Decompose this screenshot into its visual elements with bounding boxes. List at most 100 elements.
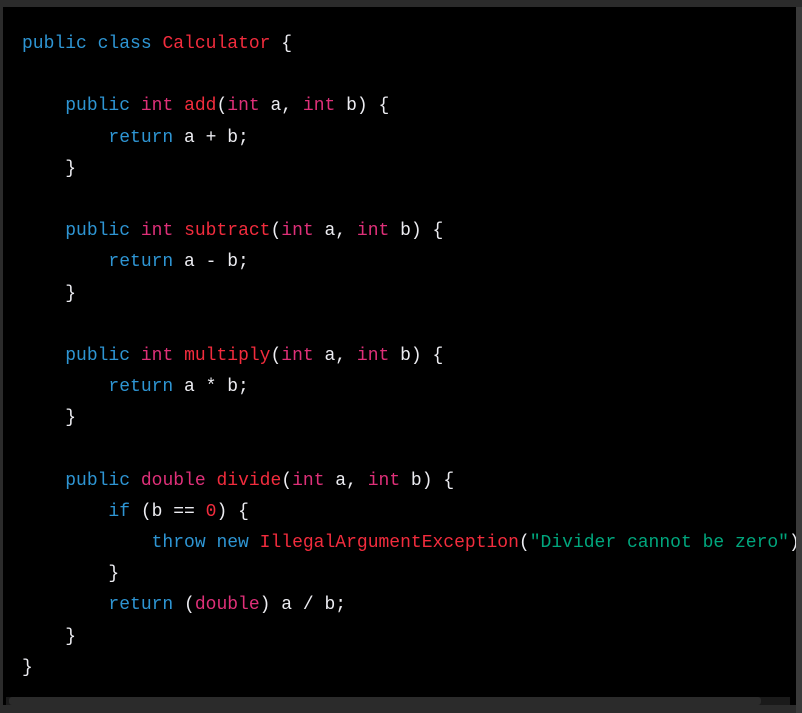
code-token: multiply [184, 345, 271, 366]
code-token: double [140, 470, 206, 491]
code-block: public class Calculator { public int add… [3, 7, 796, 705]
code-token: public [65, 470, 131, 491]
code-token: return [108, 595, 174, 616]
code-line: throw new IllegalArgumentException("Divi… [22, 528, 796, 559]
code-line: } [22, 403, 796, 434]
code-token: ( [281, 470, 293, 491]
code-token: public [65, 96, 131, 117]
code-token: 0 [205, 501, 217, 522]
code-line: return a + b; [22, 123, 796, 154]
code-token: int [227, 96, 260, 117]
code-token: if [108, 501, 131, 522]
code-token: int [302, 96, 336, 117]
code-token: return [108, 252, 174, 273]
code-token: a + b; [173, 127, 249, 148]
code-token: a, [313, 221, 357, 242]
code-line: } [22, 559, 796, 590]
code-token: b) { [389, 345, 444, 366]
code-token: } [22, 657, 33, 678]
code-token: int [140, 96, 174, 117]
code-token: b) { [335, 96, 390, 117]
code-token: Calculator [162, 34, 271, 54]
code-token: add [184, 96, 217, 117]
code-token: return [108, 127, 174, 148]
scrollbar-thumb[interactable] [9, 697, 761, 705]
code-token: new [216, 533, 249, 553]
code-token: IllegalArgumentException [259, 533, 519, 553]
code-token: class [97, 34, 152, 54]
code-token: ); [789, 533, 796, 553]
code-token: } [22, 283, 77, 304]
code-line: public double divide(int a, int b) { [22, 466, 796, 497]
code-line: } [22, 653, 796, 684]
code-token: ( [173, 595, 195, 616]
code-line: public int subtract(int a, int b) { [22, 216, 796, 247]
horizontal-scrollbar[interactable] [6, 697, 790, 705]
code-token: int [281, 345, 314, 366]
code-token: return [108, 377, 174, 398]
code-token: public [22, 34, 87, 54]
code-token: } [22, 564, 120, 585]
code-token: } [22, 408, 77, 429]
code-line: if (b == 0) { [22, 497, 796, 528]
code-token: a, [259, 96, 303, 117]
code-token: int [281, 221, 314, 242]
code-token: (b == [130, 501, 206, 522]
code-token: ( [216, 96, 228, 117]
code-token: a * b; [173, 377, 249, 398]
code-token: a - b; [173, 252, 249, 273]
code-token: int [140, 221, 174, 242]
code-token: a, [324, 470, 368, 491]
code-line: public int multiply(int a, int b) { [22, 341, 796, 372]
code-token: ( [518, 533, 530, 553]
code-token: ) { [216, 501, 249, 522]
code-token: public [65, 221, 131, 242]
code-token: } [22, 158, 77, 179]
code-token: int [367, 470, 401, 491]
code-token: int [292, 470, 325, 491]
code-line: return (double) a / b; [22, 590, 796, 621]
code-line: } [22, 154, 796, 185]
code-token: { [270, 34, 293, 54]
code-token: b) { [400, 470, 455, 491]
code-line: } [22, 622, 796, 653]
code-line: } [22, 279, 796, 310]
code-token: public [65, 345, 131, 366]
code-token: divide [216, 470, 282, 491]
code-token: double [194, 595, 260, 616]
code-token: ( [270, 221, 282, 242]
code-line: public class Calculator { [22, 29, 796, 60]
code-token: int [356, 221, 390, 242]
code-token: ( [270, 345, 282, 366]
code-token: subtract [184, 221, 271, 242]
code-token: } [22, 626, 77, 647]
code-token: throw [151, 533, 206, 553]
code-token: b) { [389, 221, 444, 242]
code-line: return a * b; [22, 372, 796, 403]
code-content: public class Calculator { public int add… [22, 29, 796, 684]
code-token: int [356, 345, 390, 366]
